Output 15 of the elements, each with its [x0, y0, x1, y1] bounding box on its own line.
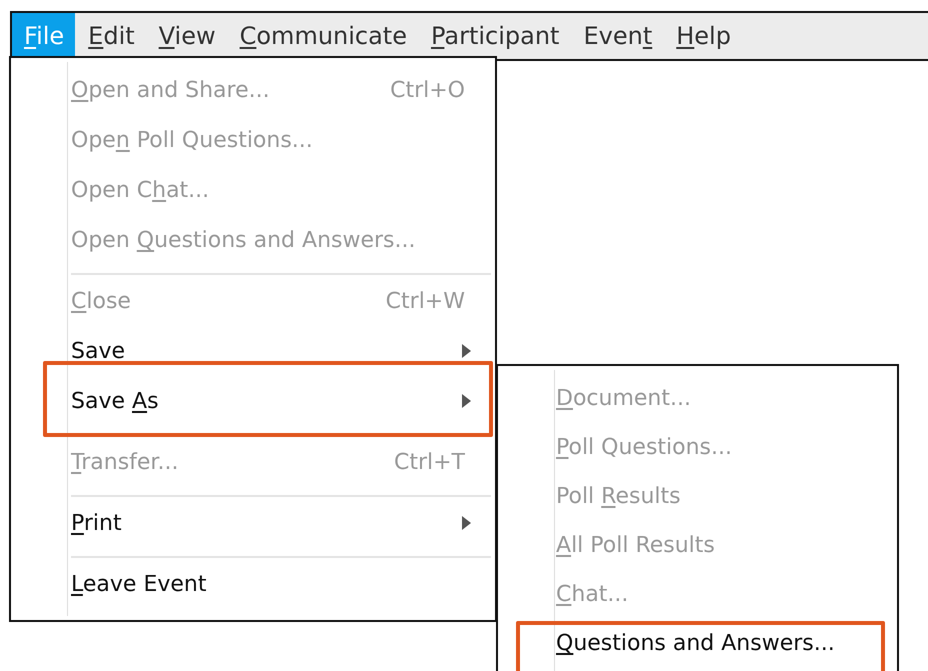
- menu-title[interactable]: Event: [571, 13, 664, 59]
- menu-item[interactable]: Questions and Answers...: [498, 619, 897, 668]
- submenu-arrow-icon: [462, 344, 471, 358]
- menu-item[interactable]: Save As: [11, 376, 495, 426]
- submenu-arrow-icon: [462, 394, 471, 408]
- menu-title[interactable]: Edit: [76, 13, 146, 59]
- menu-item[interactable]: Print: [11, 498, 495, 548]
- menu-title[interactable]: View: [146, 13, 227, 59]
- menu-title[interactable]: Participant: [418, 13, 570, 59]
- menu-item[interactable]: Save: [11, 326, 495, 376]
- submenu-arrow-icon: [462, 516, 471, 530]
- menu-title[interactable]: Help: [664, 13, 742, 59]
- menu-item[interactable]: Leave Event: [11, 559, 495, 609]
- menu-title[interactable]: File: [12, 13, 76, 59]
- menu-title[interactable]: Communicate: [228, 13, 418, 59]
